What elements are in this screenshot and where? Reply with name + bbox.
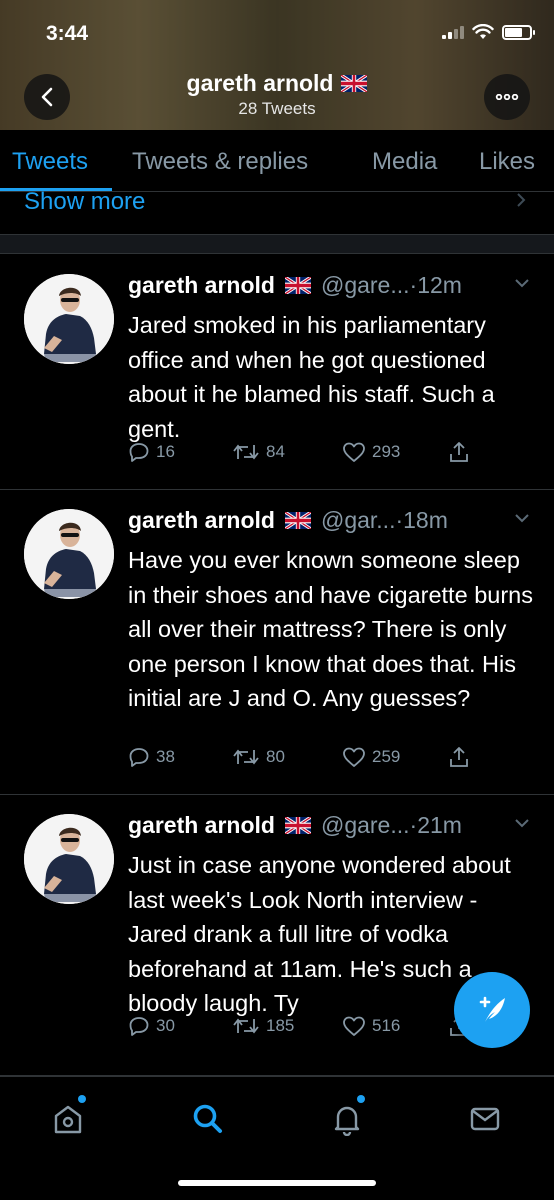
more-options-button[interactable] <box>484 74 530 120</box>
tweet-header: gareth arnold @gare... ·21m <box>128 812 534 839</box>
retweet-button[interactable]: 80 <box>232 746 285 768</box>
home-indicator-bar <box>178 1180 376 1186</box>
tweet[interactable]: gareth arnold @gar... ·18m Have you ever kn… <box>0 491 554 795</box>
uk-flag-icon <box>284 512 311 529</box>
reply-button[interactable]: 16 <box>128 441 175 463</box>
tweet[interactable]: gareth arnold @gare... ·12m Jared smoked in… <box>0 256 554 490</box>
like-button[interactable]: 259 <box>342 746 400 768</box>
like-icon <box>343 442 365 462</box>
nav-notifications[interactable] <box>327 1095 367 1139</box>
nav-messages[interactable] <box>465 1099 505 1139</box>
home-icon <box>54 1105 82 1134</box>
messages-icon <box>470 1107 500 1131</box>
share-icon <box>450 442 468 462</box>
show-more-row[interactable]: Show more <box>0 186 554 222</box>
uk-flag-icon <box>284 817 311 834</box>
tab-likes[interactable]: Likes <box>479 148 535 176</box>
more-icon <box>495 94 519 100</box>
retweet-count: 84 <box>266 442 285 461</box>
tweet-timestamp: ·21m <box>409 812 462 838</box>
profile-title-block: gareth arnold 28 Tweets <box>0 70 554 119</box>
retweet-icon <box>233 1018 259 1034</box>
tweet-header: gareth arnold @gare... ·12m <box>128 272 534 299</box>
like-button[interactable]: 516 <box>342 1015 400 1037</box>
reply-count: 16 <box>156 442 175 461</box>
tweet-text: Have you ever known someone sleep in the… <box>128 547 533 711</box>
like-button[interactable]: 293 <box>342 441 400 463</box>
tweet-author-name[interactable]: gareth arnold <box>128 812 275 839</box>
like-icon <box>343 1016 365 1036</box>
avatar[interactable] <box>24 509 114 599</box>
tweet-author-name[interactable]: gareth arnold <box>128 272 275 299</box>
tweet-author-handle[interactable]: @gar... <box>321 507 396 534</box>
reply-count: 38 <box>156 747 175 766</box>
status-icons <box>442 24 535 40</box>
uk-flag-icon <box>341 75 368 92</box>
cellular-signal-icon <box>442 25 464 39</box>
like-icon <box>343 747 365 767</box>
retweet-button[interactable]: 185 <box>232 1015 294 1037</box>
reply-button[interactable]: 30 <box>128 1015 175 1037</box>
nav-home[interactable] <box>48 1095 88 1139</box>
chevron-down-icon[interactable] <box>514 278 530 288</box>
notifications-new-indicator <box>357 1095 365 1103</box>
tweet-timestamp: ·18m <box>395 507 448 533</box>
chevron-down-icon[interactable] <box>514 513 530 523</box>
retweet-count: 185 <box>266 1016 295 1035</box>
retweet-button[interactable]: 84 <box>232 441 285 463</box>
retweet-icon <box>233 749 259 765</box>
search-icon <box>193 1104 222 1133</box>
tweet-author-handle[interactable]: @gare... <box>321 812 410 839</box>
avatar-image <box>24 814 114 904</box>
tab-media[interactable]: Media <box>372 148 437 176</box>
tab-tweets[interactable]: Tweets <box>12 148 88 176</box>
reply-icon <box>129 1017 149 1036</box>
reply-button[interactable]: 38 <box>128 746 175 768</box>
status-bar: 3:44 <box>0 18 554 52</box>
avatar-image <box>24 274 114 364</box>
avatar[interactable] <box>24 814 114 904</box>
tweet-count: 28 Tweets <box>238 99 316 118</box>
compose-icon <box>479 996 505 1022</box>
home-new-indicator <box>78 1095 86 1103</box>
tweet-timestamp: ·12m <box>409 272 462 298</box>
section-divider <box>0 234 554 254</box>
profile-header: 3:44 gareth arnold 28 Tweets <box>0 0 554 130</box>
reply-icon <box>129 443 149 462</box>
like-count: 293 <box>372 442 401 461</box>
retweet-count: 80 <box>266 747 285 766</box>
profile-name: gareth arnold <box>186 70 334 96</box>
avatar[interactable] <box>24 274 114 364</box>
battery-icon <box>502 24 535 40</box>
reply-count: 30 <box>156 1016 175 1035</box>
tweet-header: gareth arnold @gar... ·18m <box>128 507 534 534</box>
chevron-right-icon <box>517 193 526 207</box>
reply-icon <box>129 748 149 767</box>
chevron-down-icon[interactable] <box>514 818 530 828</box>
compose-tweet-button[interactable] <box>454 972 530 1048</box>
tab-tweets-and-replies[interactable]: Tweets & replies <box>132 148 308 176</box>
share-button[interactable] <box>448 440 470 464</box>
avatar-image <box>24 509 114 599</box>
status-time: 3:44 <box>46 22 89 45</box>
wifi-icon <box>472 24 494 39</box>
like-count: 516 <box>372 1016 401 1035</box>
profile-name-row: gareth arnold <box>187 70 368 97</box>
tweet-author-name[interactable]: gareth arnold <box>128 507 275 534</box>
tweet-text: Jared smoked in his parliamentary office… <box>128 312 495 442</box>
like-count: 259 <box>372 747 401 766</box>
uk-flag-icon <box>284 277 311 294</box>
notifications-icon <box>334 1106 360 1136</box>
retweet-icon <box>233 444 259 460</box>
nav-search[interactable] <box>188 1099 228 1139</box>
tweet-author-handle[interactable]: @gare... <box>321 272 410 299</box>
share-button[interactable] <box>448 745 470 769</box>
share-icon <box>450 747 468 767</box>
show-more-link[interactable]: Show more <box>24 188 145 216</box>
profile-tabs: Tweets Tweets & replies Media Likes <box>0 130 554 192</box>
